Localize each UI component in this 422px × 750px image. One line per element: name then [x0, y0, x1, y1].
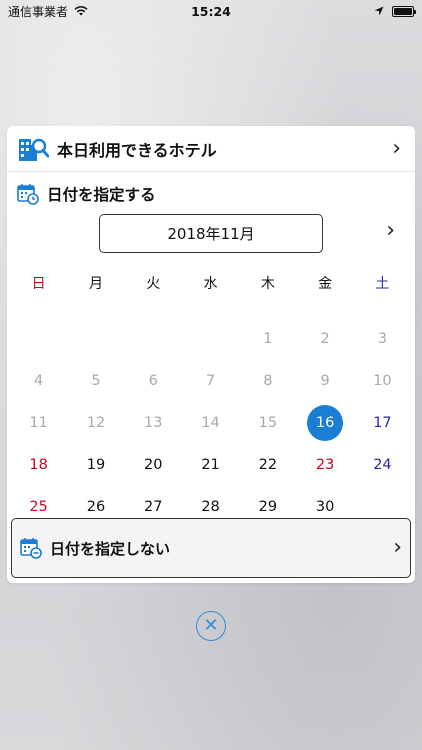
day-cell[interactable]: 28 [182, 499, 239, 515]
day-cell: 5 [91, 373, 101, 389]
hotel-today-row[interactable]: 本日利用できるホテル › [7, 126, 415, 172]
carrier-label: 通信事業者 [8, 4, 69, 19]
day-cell[interactable]: 24 [354, 457, 411, 473]
month-selector[interactable]: 2018年11月 [99, 214, 323, 253]
weekday-sun: 日 [31, 276, 46, 292]
hotel-search-icon [19, 138, 49, 161]
day-cell[interactable]: 19 [67, 457, 124, 473]
month-label: 2018年11月 [167, 225, 255, 243]
day-cell[interactable]: 21 [182, 457, 239, 473]
day-cell: 13 [144, 415, 163, 431]
day-cell-holiday[interactable]: 23 [296, 457, 353, 473]
weekday-mon: 月 [88, 276, 103, 292]
day-cell: 6 [148, 373, 158, 389]
day-cell[interactable]: 18 [10, 457, 67, 473]
week-row: 1 2 3 [7, 318, 415, 360]
day-cell: 11 [29, 415, 48, 431]
status-bar: 通信事業者 15:24 [0, 0, 422, 22]
day-cell: 8 [263, 373, 273, 389]
weekday-header-row: 日 月 火 水 木 金 土 [7, 262, 415, 304]
day-cell: 14 [201, 415, 220, 431]
day-cell: 2 [320, 331, 330, 347]
day-cell-selected[interactable]: 16 [296, 405, 353, 441]
battery-icon [392, 5, 416, 17]
weekday-tue: 火 [146, 276, 161, 292]
weekday-thu: 木 [260, 276, 275, 292]
day-cell: 7 [205, 373, 216, 389]
day-cell[interactable]: 20 [125, 457, 182, 473]
wifi-icon [74, 6, 88, 16]
chevron-right-icon: › [393, 535, 402, 560]
no-date-label: 日付を指定しない [50, 539, 171, 558]
date-section-header: 日付を指定する [7, 172, 415, 208]
weekday-wed: 水 [203, 276, 218, 292]
day-cell: 15 [258, 415, 278, 431]
weekday-sat: 土 [375, 276, 390, 292]
close-button[interactable]: ✕ [196, 611, 226, 641]
calendar-minus-icon [20, 538, 42, 559]
calendar-clock-icon [17, 184, 39, 205]
day-cell: 3 [377, 331, 388, 347]
date-picker-card: 本日利用できるホテル › 日付を指定する 2018年11月 › 日 月 火 水 … [7, 126, 415, 583]
day-cell[interactable]: 30 [296, 499, 353, 515]
day-cell: 4 [34, 373, 44, 389]
day-cell: 10 [373, 373, 392, 389]
day-cell[interactable]: 17 [354, 415, 411, 431]
weekday-fri: 金 [318, 276, 333, 292]
no-date-button[interactable]: 日付を指定しない › [11, 518, 411, 578]
day-cell: 9 [320, 373, 330, 389]
day-cell[interactable]: 25 [10, 499, 67, 515]
day-cell[interactable]: 29 [239, 499, 296, 515]
chevron-right-icon: › [392, 135, 401, 161]
week-row: 11 12 13 14 15 16 17 [7, 402, 415, 444]
month-navigation: 2018年11月 › [7, 214, 415, 260]
day-cell[interactable]: 27 [125, 499, 182, 515]
week-row: 18 19 20 21 22 23 24 [7, 444, 415, 486]
location-arrow-icon [374, 6, 384, 16]
next-month-button[interactable]: › [386, 220, 395, 242]
calendar-grid: 日 月 火 水 木 金 土 1 2 3 4 5 6 7 8 9 10 11 12… [7, 262, 415, 528]
day-cell[interactable]: 26 [67, 499, 124, 515]
date-section-label: 日付を指定する [47, 186, 156, 204]
hotel-today-label: 本日利用できるホテル [57, 140, 217, 160]
day-cell: 12 [86, 415, 106, 431]
close-icon: ✕ [203, 615, 219, 636]
day-cell[interactable]: 22 [239, 457, 296, 473]
selected-day: 16 [307, 405, 344, 441]
day-cell: 1 [263, 331, 273, 347]
week-row: 4 5 6 7 8 9 10 [7, 360, 415, 402]
